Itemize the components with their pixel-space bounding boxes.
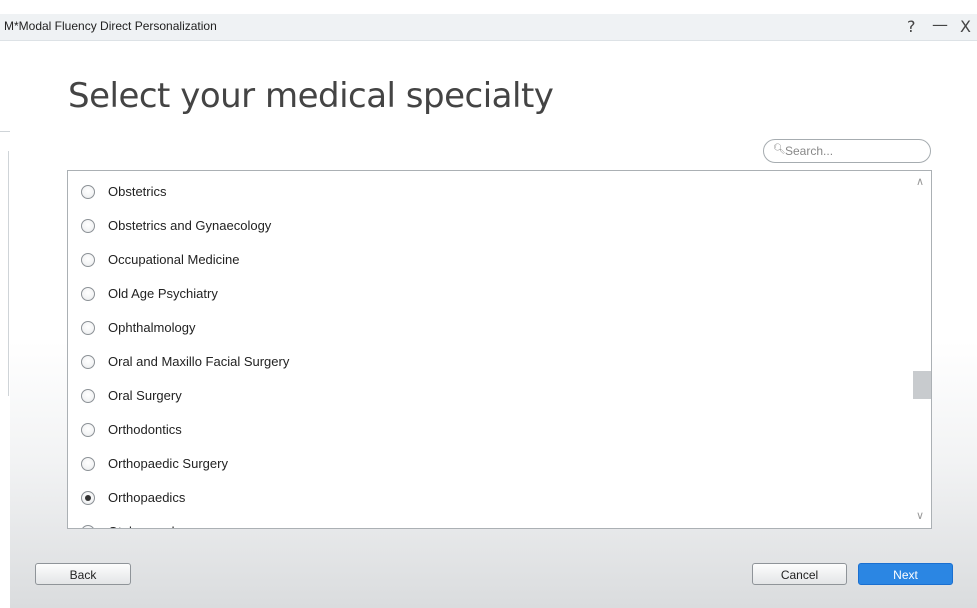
cancel-button[interactable]: Cancel (752, 563, 847, 585)
wizard-content: Select your medical specialty 🔍︎ Obstetr… (10, 41, 977, 608)
radio-button[interactable] (81, 219, 95, 233)
radio-button[interactable] (81, 355, 95, 369)
list-item[interactable]: Occupational Medicine (68, 243, 909, 277)
list-item[interactable]: Orthodontics (68, 413, 909, 447)
list-item[interactable]: Obstetrics (68, 175, 909, 209)
list-item[interactable]: Orthopaedics (68, 481, 909, 515)
radio-button[interactable] (81, 287, 95, 301)
list-item[interactable]: Old Age Psychiatry (68, 277, 909, 311)
radio-button[interactable] (81, 185, 95, 199)
divider (0, 131, 10, 132)
list-item[interactable]: Oral Surgery (68, 379, 909, 413)
list-item-label: Otolaryngology (108, 524, 195, 528)
list-item[interactable]: Otolaryngology (68, 515, 909, 528)
list-item[interactable]: Ophthalmology (68, 311, 909, 345)
list-item-label: Orthopaedics (108, 490, 186, 505)
radio-button[interactable] (81, 253, 95, 267)
list-item-label: Ophthalmology (108, 320, 196, 335)
search-box[interactable]: 🔍︎ (763, 139, 931, 163)
list-item-label: Orthopaedic Surgery (108, 456, 228, 471)
page-title: Select your medical specialty (68, 76, 554, 116)
search-input[interactable] (783, 141, 927, 161)
list-item-label: Obstetrics (108, 184, 167, 199)
specialty-list[interactable]: Obstetrics Obstetrics and Gynaecology Occu… (67, 170, 932, 529)
radio-button[interactable] (81, 321, 95, 335)
list-item-label: Oral Surgery (108, 388, 182, 403)
title-bar: M*Modal Fluency Direct Personalization ?… (0, 14, 977, 41)
radio-button[interactable] (81, 525, 95, 528)
next-button[interactable]: Next (858, 563, 953, 585)
list-item-label: Occupational Medicine (108, 252, 240, 267)
list-item[interactable]: Obstetrics and Gynaecology (68, 209, 909, 243)
chevron-up-icon[interactable]: ∧ (916, 175, 924, 188)
list-item-label: Obstetrics and Gynaecology (108, 218, 272, 233)
help-button[interactable]: ? (907, 17, 916, 36)
list-item-label: Orthodontics (108, 422, 182, 437)
window-title: M*Modal Fluency Direct Personalization (4, 19, 217, 33)
scrollbar-thumb[interactable] (913, 371, 931, 399)
chevron-down-icon[interactable]: ∨ (916, 509, 924, 522)
personalization-window: M*Modal Fluency Direct Personalization ?… (0, 0, 977, 608)
list-item[interactable]: Oral and Maxillo Facial Surgery (68, 345, 909, 379)
divider (8, 151, 9, 396)
radio-button-checked[interactable] (81, 491, 95, 505)
background-window-edge (0, 41, 10, 608)
radio-button[interactable] (81, 457, 95, 471)
scrollbar[interactable]: ∧ ∨ (911, 171, 931, 528)
list-item-label: Old Age Psychiatry (108, 286, 218, 301)
back-button[interactable]: Back (35, 563, 131, 585)
list-item[interactable]: Orthopaedic Surgery (68, 447, 909, 481)
specialty-list-items: Obstetrics Obstetrics and Gynaecology Occu… (68, 175, 909, 528)
radio-button[interactable] (81, 423, 95, 437)
minimize-button[interactable]: — (932, 15, 948, 34)
close-button[interactable]: X (960, 17, 971, 36)
list-item-label: Oral and Maxillo Facial Surgery (108, 354, 290, 369)
radio-button[interactable] (81, 389, 95, 403)
